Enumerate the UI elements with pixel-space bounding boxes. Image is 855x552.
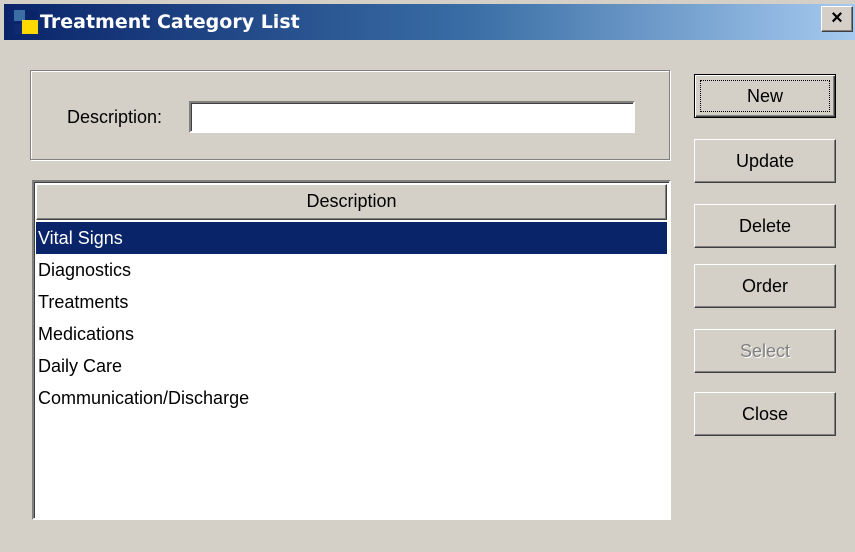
column-header-description[interactable]: Description bbox=[36, 184, 667, 220]
list-rows: Vital Signs Diagnostics Treatments Medic… bbox=[36, 222, 667, 414]
close-button[interactable]: Close bbox=[694, 392, 836, 436]
list-item[interactable]: Daily Care bbox=[36, 350, 667, 382]
app-icon bbox=[14, 10, 38, 34]
filter-group: Description: bbox=[30, 70, 670, 160]
focus-rect bbox=[700, 80, 830, 112]
list-item[interactable]: Communication/Discharge bbox=[36, 382, 667, 414]
treatment-category-dialog: Treatment Category List × Description: D… bbox=[0, 0, 855, 552]
list-item[interactable]: Treatments bbox=[36, 286, 667, 318]
title-bar[interactable]: Treatment Category List bbox=[4, 4, 855, 40]
description-label: Description: bbox=[67, 107, 163, 127]
window-title: Treatment Category List bbox=[40, 11, 300, 33]
delete-button[interactable]: Delete bbox=[694, 204, 836, 248]
order-button[interactable]: Order bbox=[694, 264, 836, 308]
description-input[interactable] bbox=[189, 101, 635, 133]
new-button[interactable]: New bbox=[694, 74, 836, 118]
select-button: Select bbox=[694, 329, 836, 373]
list-item[interactable]: Vital Signs bbox=[36, 222, 667, 254]
list-item[interactable]: Diagnostics bbox=[36, 254, 667, 286]
close-window-icon[interactable]: × bbox=[821, 6, 853, 32]
list-item[interactable]: Medications bbox=[36, 318, 667, 350]
category-list[interactable]: Description Vital Signs Diagnostics Trea… bbox=[32, 180, 671, 520]
update-button[interactable]: Update bbox=[694, 139, 836, 183]
